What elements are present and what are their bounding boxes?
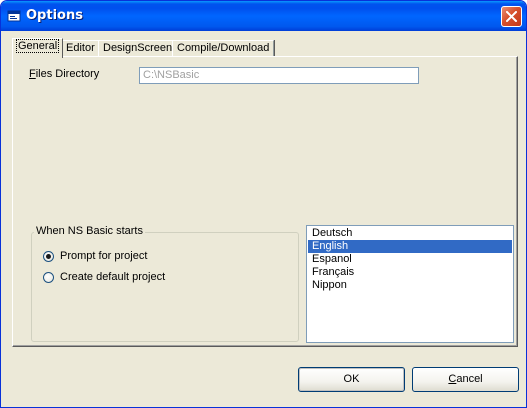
tab-designscreen-label: DesignScreen [103, 42, 173, 54]
radio-create-default-label[interactable]: Create default project [60, 271, 165, 283]
close-button[interactable] [501, 6, 522, 27]
ok-button[interactable]: OK [298, 367, 405, 392]
list-item[interactable]: English [308, 240, 512, 253]
tab-general[interactable]: General [12, 38, 64, 58]
list-item[interactable]: Espanol [308, 253, 512, 266]
tab-editor[interactable]: Editor [61, 40, 100, 57]
radio-checked-icon[interactable] [43, 250, 54, 262]
tab-general-label: General [15, 39, 60, 53]
tab-compile-download[interactable]: Compile/Download [172, 40, 275, 57]
tab-compile-download-label: Compile/Download [177, 42, 270, 54]
language-listbox[interactable]: Deutsch English Espanol Français Nippon [306, 225, 514, 343]
radio-unchecked-icon[interactable] [43, 271, 54, 283]
ok-button-label: OK [343, 373, 360, 385]
app-icon [7, 10, 21, 22]
radio-prompt-for-project[interactable]: Prompt for project [43, 249, 147, 263]
cancel-button-label-rest: ancel [456, 373, 483, 385]
files-directory-label-rest: iles Directory [35, 68, 100, 80]
tab-designscreen[interactable]: DesignScreen [98, 40, 178, 57]
startup-group-title: When NS Basic starts [34, 225, 145, 237]
files-directory-field[interactable]: C:\NSBasic [139, 67, 419, 84]
files-directory-label-accel: F [29, 68, 36, 80]
cancel-button[interactable]: Cancel [412, 367, 519, 392]
options-dialog: Options General Editor DesignScreen Comp… [0, 0, 527, 408]
radio-prompt-label[interactable]: Prompt for project [60, 250, 147, 262]
list-item[interactable]: Français [308, 266, 512, 279]
radio-create-default-project[interactable]: Create default project [43, 270, 165, 284]
close-icon [506, 11, 517, 22]
tab-editor-label: Editor [66, 42, 95, 54]
list-item[interactable]: Deutsch [308, 227, 512, 240]
files-directory-label: Files Directory [29, 68, 99, 80]
title-bar[interactable]: Options [1, 1, 526, 31]
window-title: Options [26, 8, 83, 23]
list-item[interactable]: Nippon [308, 279, 512, 292]
